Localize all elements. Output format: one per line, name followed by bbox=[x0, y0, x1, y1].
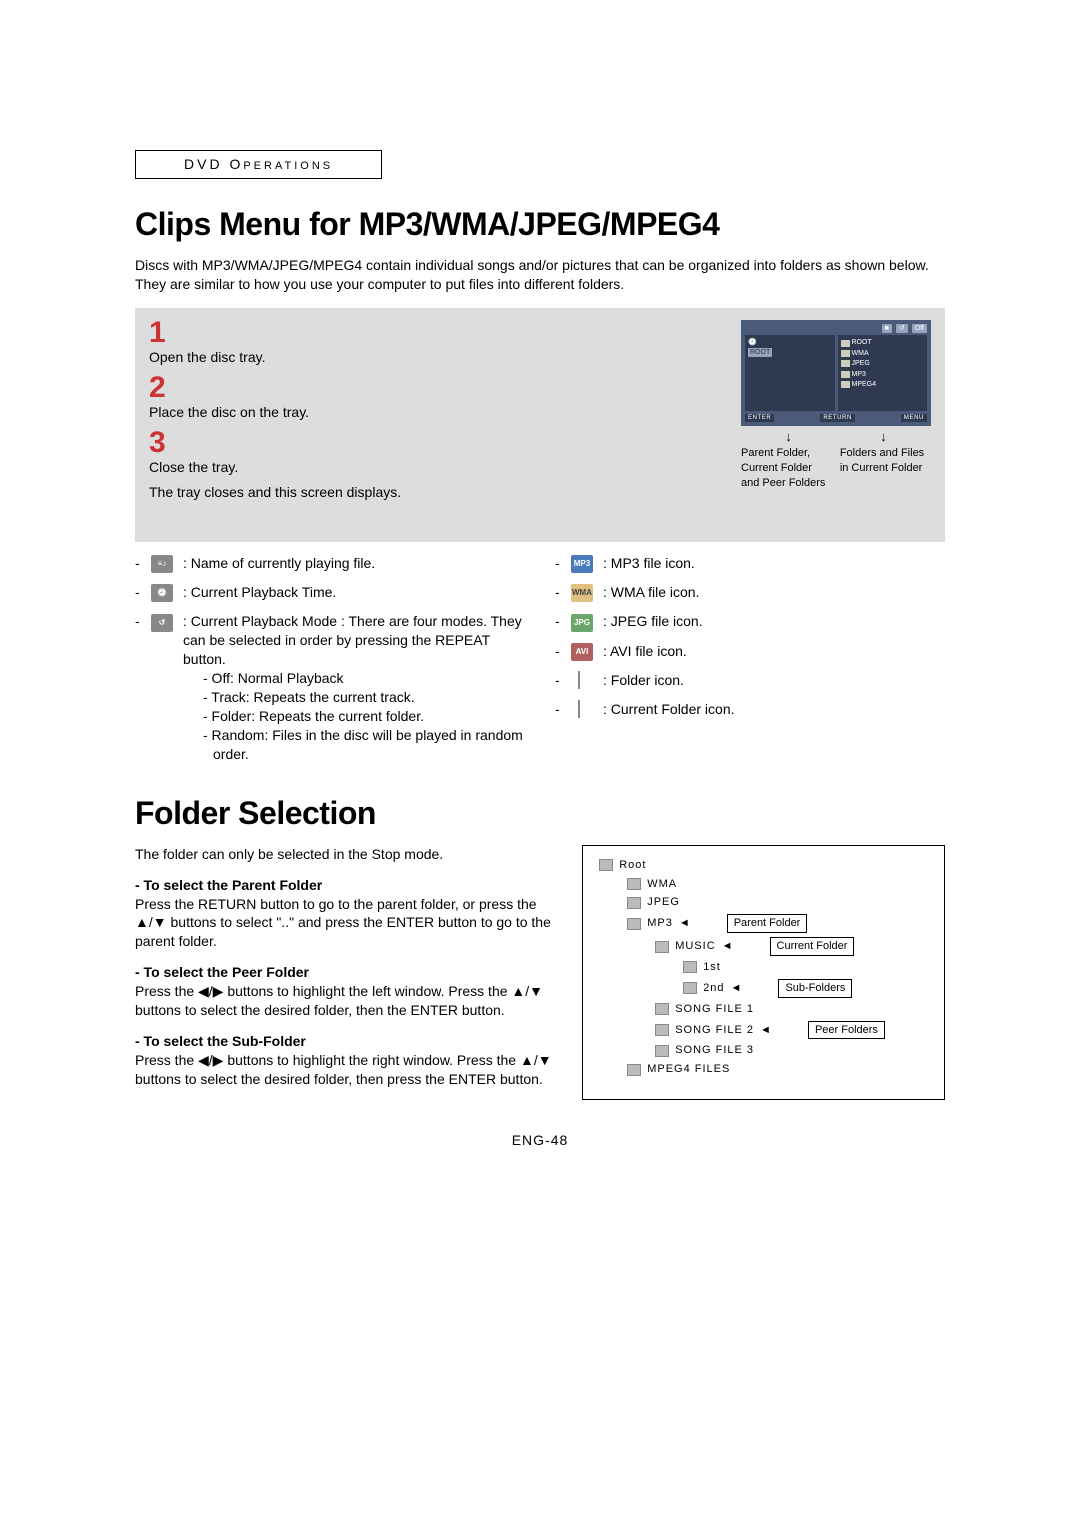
folder-icon bbox=[655, 1045, 669, 1057]
mock-menu-label: MENU bbox=[901, 414, 927, 422]
folder-icon bbox=[655, 1003, 669, 1015]
tree-node: Root bbox=[619, 858, 646, 873]
folder-icon bbox=[655, 1024, 669, 1036]
mp3-icon: MP3 bbox=[571, 555, 593, 573]
arrow-left-icon: ◄ bbox=[679, 916, 691, 931]
callout-peer: Peer Folders bbox=[808, 1021, 885, 1040]
arrow-down-icon: ↓ bbox=[785, 428, 792, 446]
icon-legend-left: -≡♪: Name of currently playing file. -🕘:… bbox=[135, 554, 525, 774]
jpeg-icon: JPG bbox=[571, 614, 593, 632]
callout-current: Current Folder bbox=[770, 937, 855, 956]
folder-icon bbox=[841, 360, 850, 367]
heading-clips-menu: Clips Menu for MP3/WMA/JPEG/MPEG4 bbox=[135, 203, 945, 246]
tree-node: 2nd bbox=[703, 981, 724, 996]
mock-repeat-icon: ↺ bbox=[896, 324, 908, 333]
mock-enter-label: ENTER bbox=[745, 414, 774, 422]
folder-icon bbox=[655, 941, 669, 953]
arrow-down-icon: ↓ bbox=[880, 428, 887, 446]
icon-legend-right: -MP3: MP3 file icon. -WMA: WMA file icon… bbox=[555, 554, 945, 774]
tree-node: JPEG bbox=[647, 895, 680, 910]
mock-root-left: ROOT bbox=[748, 348, 772, 357]
legend-bullet: - Folder: Repeats the current folder. bbox=[213, 707, 525, 726]
legend-text: Name of currently playing file. bbox=[191, 555, 375, 571]
legend-text: : Current Folder icon. bbox=[603, 700, 735, 719]
legend-text: : Folder icon. bbox=[603, 671, 684, 690]
mock-item: MPEG4 bbox=[852, 380, 877, 389]
folder-icon bbox=[841, 371, 850, 378]
tree-node: MPEG4 FILES bbox=[647, 1062, 730, 1077]
page-number: ENG-48 bbox=[135, 1131, 945, 1150]
tree-node: 1st bbox=[703, 960, 721, 975]
tree-node: SONG FILE 3 bbox=[675, 1043, 754, 1058]
callout-parent: Parent Folder bbox=[727, 914, 808, 933]
tree-node: SONG FILE 1 bbox=[675, 1002, 754, 1017]
folder-paragraph: Press the ◀/▶ buttons to highlight the l… bbox=[135, 983, 543, 1018]
legend-bullet: - Random: Files in the disc will be play… bbox=[213, 726, 525, 764]
section-header: DVD OPERATIONS bbox=[135, 150, 382, 179]
folder-paragraph: Press the RETURN button to go to the par… bbox=[135, 896, 551, 950]
folder-instructions: The folder can only be selected in the S… bbox=[135, 845, 556, 1101]
player-screen-mock: ■ ↺ Off 🕘 ROOT ROOT WMA JPEG MP3 MPEG4 E… bbox=[741, 320, 931, 491]
folder-sub-heading: - To select the Parent Folder bbox=[135, 877, 322, 893]
mock-item: ROOT bbox=[852, 338, 872, 347]
folder-icon bbox=[683, 982, 697, 994]
section-label-pre: DVD O bbox=[184, 156, 243, 172]
folder-icon bbox=[627, 1064, 641, 1076]
legend-text: Current Playback Mode : There are four m… bbox=[183, 613, 522, 667]
clock-icon: 🕘 bbox=[151, 584, 173, 602]
nowplaying-icon: ≡♪ bbox=[151, 555, 173, 573]
icon-legend: -≡♪: Name of currently playing file. -🕘:… bbox=[135, 554, 945, 774]
mock-stop-icon: ■ bbox=[882, 324, 892, 333]
mock-left-panel: 🕘 ROOT bbox=[745, 335, 835, 411]
avi-icon: AVI bbox=[571, 643, 593, 661]
tree-node: SONG FILE 2 bbox=[675, 1023, 754, 1038]
repeat-mode-icon: ↺ bbox=[151, 614, 173, 632]
folder-paragraph: Press the ◀/▶ buttons to highlight the r… bbox=[135, 1052, 552, 1087]
steps-panel: 1 Open the disc tray. 2 Place the disc o… bbox=[135, 308, 945, 542]
legend-bullet: - Track: Repeats the current track. bbox=[213, 688, 525, 707]
folder-icon bbox=[683, 961, 697, 973]
legend-text: : JPEG file icon. bbox=[603, 612, 703, 631]
mock-item: WMA bbox=[852, 349, 869, 358]
tree-node: MP3 bbox=[647, 916, 673, 931]
folder-icon bbox=[599, 859, 613, 871]
mock-caption-right: Folders and Files in Current Folder bbox=[840, 446, 931, 491]
folder-tree-diagram: Root WMA JPEG MP3 ◄ Parent Folder MUSIC ◄ Cu… bbox=[582, 845, 945, 1100]
mock-right-panel: ROOT WMA JPEG MP3 MPEG4 bbox=[838, 335, 928, 411]
arrow-left-icon: ◄ bbox=[722, 939, 734, 954]
mock-caption-left: Parent Folder, Current Folder and Peer F… bbox=[741, 446, 832, 491]
folder-lead: The folder can only be selected in the S… bbox=[135, 845, 556, 864]
folder-icon bbox=[841, 381, 850, 388]
legend-text: : WMA file icon. bbox=[603, 583, 699, 602]
mock-off-label: Off bbox=[912, 324, 927, 333]
arrow-left-icon: ◄ bbox=[760, 1023, 772, 1038]
folder-icon bbox=[841, 350, 850, 357]
folder-sub-heading: - To select the Peer Folder bbox=[135, 964, 309, 980]
tree-node: MUSIC bbox=[675, 939, 715, 954]
intro-paragraph: Discs with MP3/WMA/JPEG/MPEG4 contain in… bbox=[135, 256, 945, 294]
folder-sub-heading: - To select the Sub-Folder bbox=[135, 1033, 306, 1049]
folder-icon bbox=[841, 340, 850, 347]
legend-bullet: - Off: Normal Playback bbox=[213, 669, 525, 688]
arrow-left-icon: ◄ bbox=[731, 981, 743, 996]
mock-item: MP3 bbox=[852, 370, 866, 379]
folder-icon bbox=[627, 897, 641, 909]
tree-node: WMA bbox=[647, 877, 677, 892]
heading-folder-selection: Folder Selection bbox=[135, 792, 945, 835]
legend-text: : AVI file icon. bbox=[603, 642, 687, 661]
section-label-suf: PERATIONS bbox=[243, 160, 333, 172]
mock-item: JPEG bbox=[852, 359, 870, 368]
clock-icon: 🕘 bbox=[748, 339, 757, 346]
folder-icon bbox=[578, 671, 580, 689]
legend-text: Current Playback Time. bbox=[191, 584, 337, 600]
current-folder-icon bbox=[578, 700, 580, 718]
wma-icon: WMA bbox=[571, 584, 593, 602]
folder-icon bbox=[627, 918, 641, 930]
folder-icon bbox=[627, 878, 641, 890]
callout-sub: Sub-Folders bbox=[778, 979, 852, 998]
legend-text: : MP3 file icon. bbox=[603, 554, 695, 573]
mock-return-label: RETURN bbox=[820, 414, 855, 422]
